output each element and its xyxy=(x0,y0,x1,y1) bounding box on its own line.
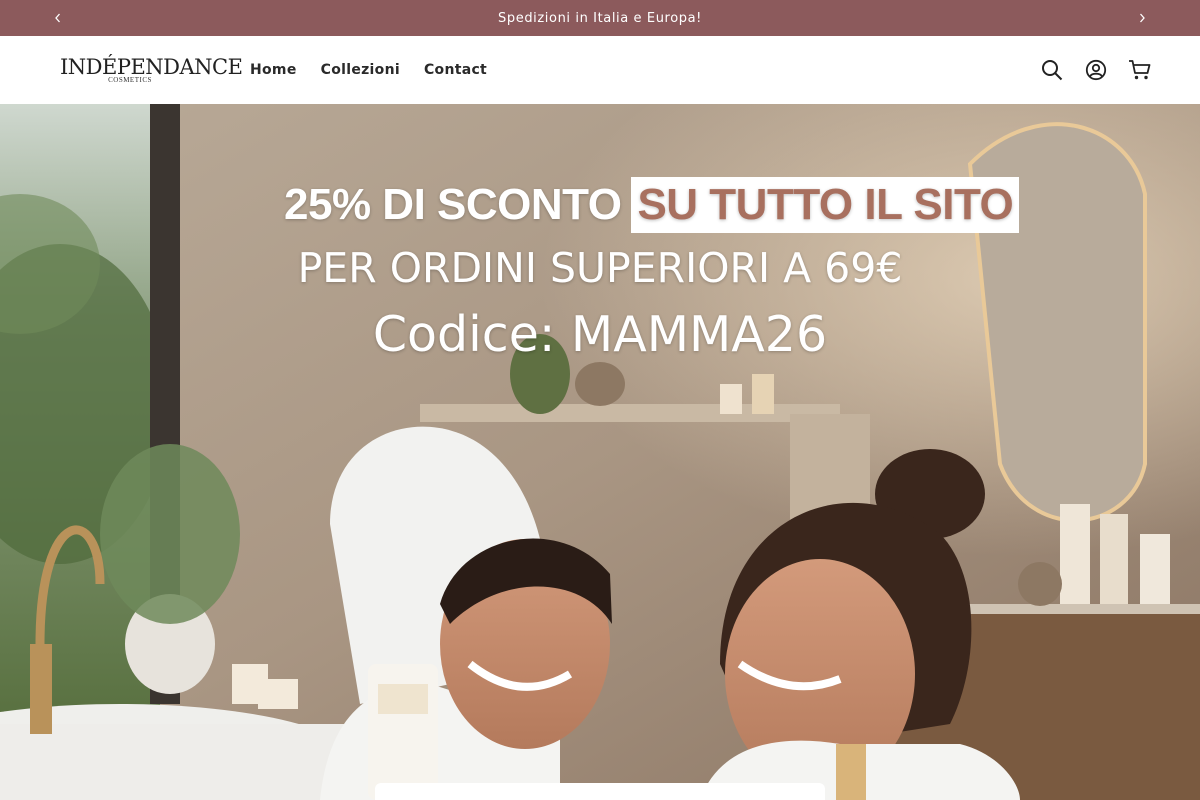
logo-wordmark: INDÉPENDANCE xyxy=(60,55,243,79)
announcement-next-button[interactable] xyxy=(1124,0,1160,36)
promo-code-text: Codice: MAMMA26 xyxy=(372,306,828,363)
announcement-text: Spedizioni in Italia e Europa! xyxy=(498,10,702,26)
cart-button[interactable] xyxy=(1124,54,1156,86)
chevron-right-icon xyxy=(1140,13,1145,23)
promo-line-1: 25% DI SCONTO SU TUTTO IL SITO xyxy=(284,177,1020,233)
nav-home-link[interactable]: Home xyxy=(238,62,309,78)
promo-discount-text: 25% DI SCONTO xyxy=(284,180,622,229)
promo-line-2: PER ORDINI SUPERIORI A 69€ xyxy=(297,244,903,292)
header-icons xyxy=(1036,36,1156,104)
hero-content-card xyxy=(375,783,825,800)
hero-banner[interactable]: 25% DI SCONTO SU TUTTO IL SITO PER ORDIN… xyxy=(0,104,1200,800)
announcement-prev-button[interactable] xyxy=(40,0,76,36)
announcement-bar: Spedizioni in Italia e Europa! xyxy=(0,0,1200,36)
nav-contact-link[interactable]: Contact xyxy=(412,62,499,78)
promo-highlight-text: SU TUTTO IL SITO xyxy=(631,177,1020,233)
account-icon xyxy=(1085,59,1107,81)
nav-collections-link[interactable]: Collezioni xyxy=(309,62,412,78)
site-header: INDÉPENDANCE COSMETICS Home Collezioni C… xyxy=(0,36,1200,104)
brand-logo[interactable]: INDÉPENDANCE COSMETICS xyxy=(60,55,243,86)
search-button[interactable] xyxy=(1036,54,1068,86)
main-nav: Home Collezioni Contact xyxy=(238,36,499,104)
cart-icon xyxy=(1129,60,1151,80)
account-button[interactable] xyxy=(1080,54,1112,86)
search-icon xyxy=(1042,60,1063,81)
chevron-left-icon xyxy=(55,13,60,23)
